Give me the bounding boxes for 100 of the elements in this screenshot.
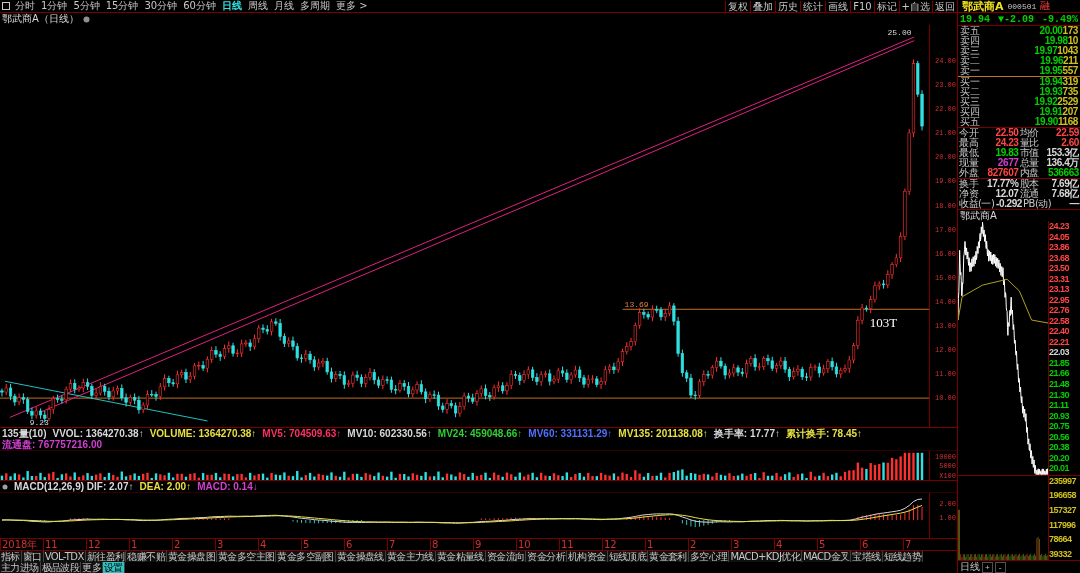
toolbar-button[interactable]: 历史	[775, 0, 801, 12]
indicator-legend: 换手率: 17.77↑	[713, 428, 780, 439]
stock-code: 000501	[1007, 1, 1037, 11]
axis-label: 78664	[1049, 535, 1073, 545]
toolbar-button[interactable]: 返回	[932, 0, 957, 12]
indicator-tab[interactable]: 黄金多空副图	[276, 551, 336, 562]
toolbar-button[interactable]: 叠加	[750, 0, 776, 12]
toolbar-button[interactable]: +自选	[898, 0, 932, 12]
indicator-tab[interactable]: 宝塔线	[851, 551, 883, 562]
stat-label: 市值	[1019, 148, 1039, 158]
indicator-tab[interactable]: 更多	[81, 562, 104, 573]
axis-label: 23.31	[1049, 274, 1071, 284]
period-tab[interactable]: 30分钟	[141, 0, 181, 12]
stat-value: 7.68亿	[1051, 189, 1079, 199]
bid-price: 19.94	[1038, 77, 1063, 87]
period-tab[interactable]: 月线	[270, 0, 297, 12]
indicator-tab[interactable]: 黄金套利	[648, 551, 689, 562]
date-label: 5	[301, 539, 344, 550]
stat-value: 17.77%	[985, 179, 1019, 189]
axis-label: 24.23	[1049, 222, 1071, 231]
indicator-tab[interactable]: MACD金叉	[802, 551, 852, 562]
period-label: 日线	[960, 560, 980, 573]
period-tab[interactable]: 15分钟	[102, 0, 142, 12]
period-tab[interactable]: 分时	[12, 0, 38, 12]
date-label: 4	[258, 539, 301, 550]
ask-label: 卖四	[960, 36, 980, 46]
indicator-tab[interactable]: 黄金多空主图	[216, 551, 277, 562]
toolbar-button[interactable]: 标记	[873, 0, 899, 12]
toolbar-button[interactable]: F10	[850, 0, 874, 12]
intraday-title: 鄂武商A	[959, 210, 998, 221]
ask-label: 卖五	[960, 26, 981, 36]
margin-label: 融	[1040, 1, 1051, 11]
indicator-tab[interactable]: 短线趋势	[882, 551, 924, 562]
ask-price: 19.95	[1038, 66, 1063, 76]
date-label: 6	[860, 539, 903, 550]
indicator-tab[interactable]: 极品波段	[40, 562, 82, 573]
ask-volume: 557	[1062, 66, 1078, 76]
stat-label: 均价	[1019, 128, 1039, 138]
stat-value: —	[1069, 199, 1079, 209]
indicator-tab[interactable]: 黄金主力线	[385, 551, 436, 562]
axis-label: 23.13	[1049, 285, 1071, 295]
indicator-tab[interactable]: 短线顶底	[607, 551, 649, 562]
period-tab[interactable]: 更多 >	[332, 0, 371, 12]
indicator-legend: 累计换手: 78.45↑	[785, 428, 863, 439]
indicator-tab[interactable]: 黄金粘量线	[435, 551, 486, 562]
period-tab[interactable]: 5分钟	[70, 0, 103, 12]
toolbar-button[interactable]: 画线	[825, 0, 851, 12]
axis-label: 20.93	[1049, 411, 1071, 421]
bid-volume: 1168	[1057, 117, 1078, 127]
date-label: 8	[430, 539, 473, 550]
date-label: 4	[774, 539, 817, 550]
stat-label: 今开	[959, 128, 978, 138]
indicator-tab[interactable]: 多空心理	[688, 551, 730, 562]
date-label: 3	[731, 539, 774, 550]
indicator-tab[interactable]: 主力进场	[0, 562, 41, 573]
indicator-tab[interactable]: MACD+KDJ优化	[729, 551, 803, 562]
indicator-tab[interactable]: 资金分析	[526, 551, 568, 562]
zoom-button[interactable]: -	[994, 561, 1006, 573]
bid-price: 19.93	[1038, 87, 1063, 97]
stat-value: -0.292	[995, 199, 1023, 209]
chart-annotation: 103T	[869, 315, 898, 332]
date-label: 12	[86, 539, 129, 550]
axis-label: 20.75	[1049, 422, 1071, 432]
indicator-tab[interactable]: 黄金操盘图	[166, 551, 217, 562]
indicator-tab[interactable]: 设置	[103, 562, 125, 573]
indicator-legend: 流通盘: 767757216.00	[2, 439, 103, 450]
axis-label: 20.01	[1049, 464, 1071, 474]
indicator-legend: 135量(10)	[2, 428, 47, 439]
chart-annotation: 13.69	[624, 299, 649, 309]
date-label: 2	[688, 539, 731, 550]
period-tab[interactable]: 60分钟	[180, 0, 219, 12]
toolbar-button[interactable]: 统计	[800, 0, 826, 12]
toolbar-button[interactable]: 复权	[725, 0, 751, 12]
settings-icon[interactable]	[82, 15, 90, 23]
date-label: 2	[172, 539, 215, 550]
zoom-button[interactable]: +	[982, 561, 993, 573]
indicator-tab[interactable]: 资金流向	[485, 551, 527, 562]
axis-label: 21.66	[1049, 369, 1071, 379]
period-tab[interactable]: 多周期	[296, 0, 333, 12]
stat-label: 净资	[959, 189, 978, 199]
bid-volume: 207	[1062, 107, 1078, 117]
bid-label: 买四	[960, 107, 979, 117]
indicator-legend: MACD(12,26,9) DIF: 2.07↑	[14, 481, 134, 492]
axis-label: 20.20	[1049, 453, 1071, 463]
date-label: 10	[516, 539, 559, 550]
period-tab[interactable]: 周线	[244, 0, 271, 12]
stat-label: PB(动)	[1023, 199, 1052, 209]
stock-name: 鄂武商A	[962, 0, 1004, 14]
axis-label: 117996	[1049, 520, 1077, 530]
indicator-tab[interactable]: 机构资金	[567, 551, 608, 562]
indicator-tab[interactable]: 黄金操盘线	[335, 551, 386, 562]
indicator-legend: DEA: 2.00↑	[139, 481, 192, 492]
period-tab[interactable]: 日线	[218, 0, 245, 12]
stat-label: 现量	[959, 158, 978, 168]
ask-label: 卖三	[960, 46, 981, 56]
period-tab[interactable]: 1分钟	[38, 0, 71, 12]
date-label: 7	[903, 539, 946, 550]
stat-value: 12.07	[994, 189, 1019, 199]
indicator-tab[interactable]: 稳赚不赔	[126, 551, 167, 562]
layout-icon[interactable]	[2, 2, 10, 10]
